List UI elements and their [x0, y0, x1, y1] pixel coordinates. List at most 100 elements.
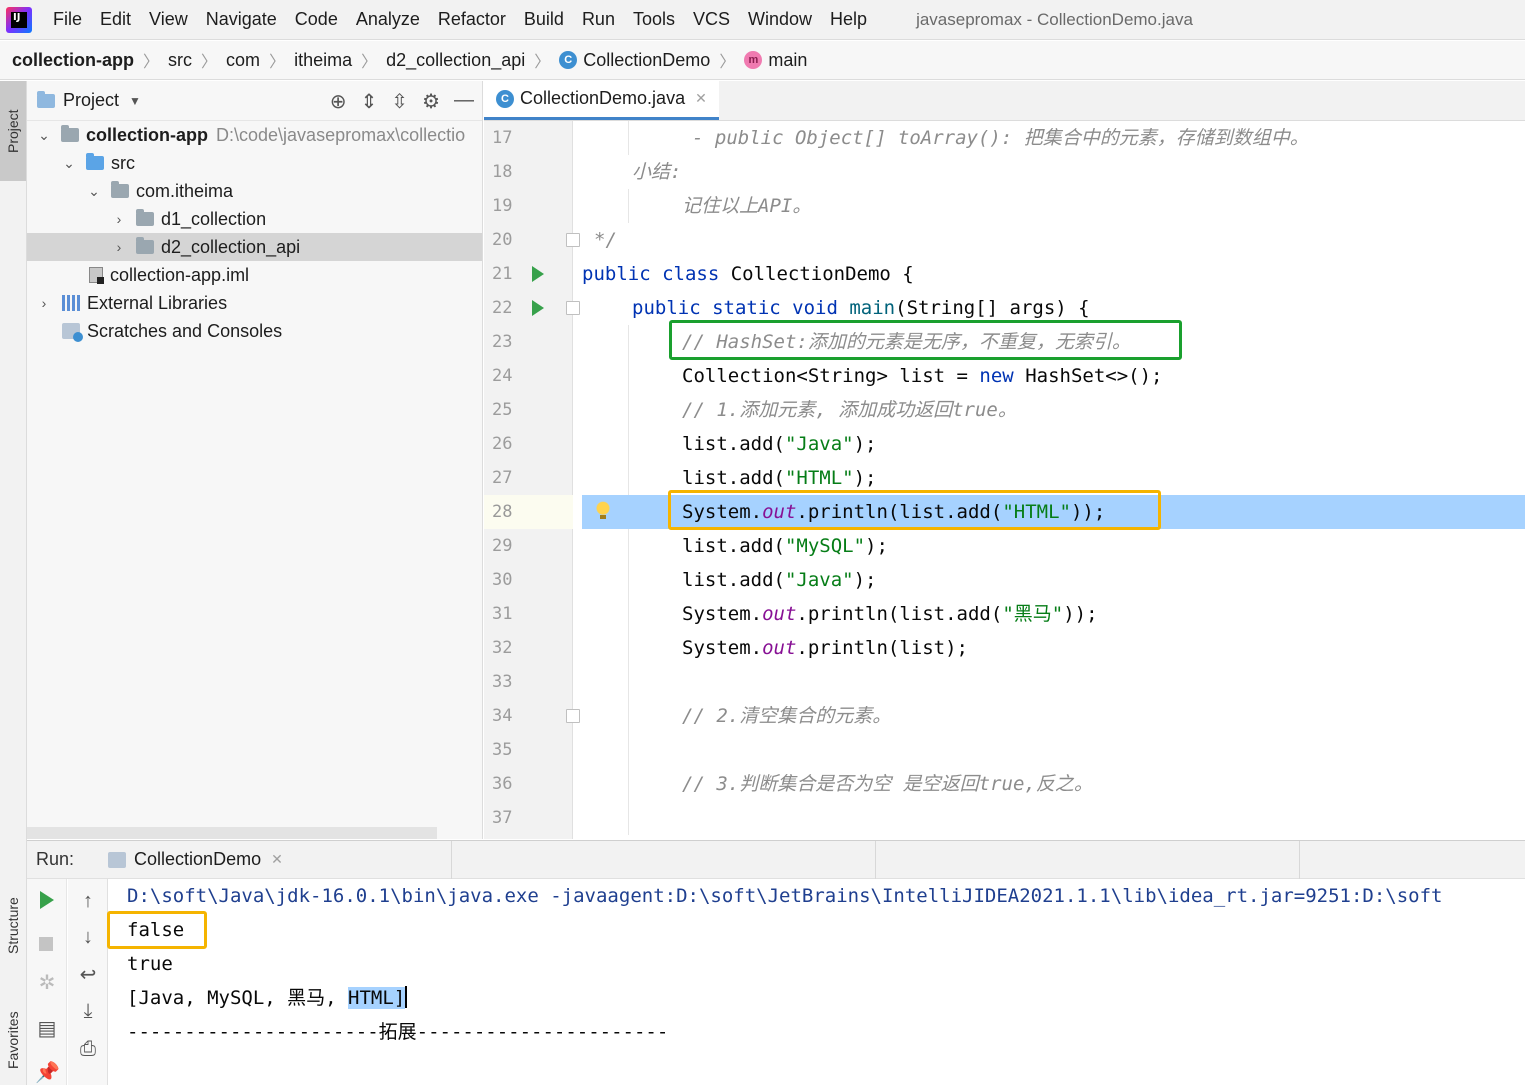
tree-item-d2-collection-api[interactable]: › d2_collection_api	[27, 233, 482, 261]
lightbulb-icon[interactable]	[596, 501, 610, 519]
chevron-right-icon[interactable]: ›	[110, 239, 128, 255]
horizontal-scrollbar[interactable]	[27, 827, 437, 839]
line-number: 29	[492, 536, 513, 556]
code-line[interactable]: 19 记住以上API。	[484, 189, 1525, 223]
breadcrumb-package[interactable]: d2_collection_api	[386, 50, 525, 71]
line-number: 28	[484, 495, 573, 529]
menu-build[interactable]: Build	[515, 9, 573, 30]
menu-refactor[interactable]: Refactor	[429, 9, 515, 30]
menu-file[interactable]: File	[44, 9, 91, 30]
chevron-down-icon[interactable]: ⌄	[60, 155, 78, 172]
project-view-selector[interactable]: Project	[63, 90, 119, 111]
menu-edit[interactable]: Edit	[91, 9, 140, 30]
locate-icon[interactable]: ⊕	[330, 89, 347, 114]
stripe-tab-structure[interactable]: Structure	[0, 881, 26, 971]
menu-window[interactable]: Window	[739, 9, 821, 30]
tree-item-label: com.itheima	[136, 180, 234, 201]
tab-label: CollectionDemo.java	[520, 88, 686, 108]
code-line[interactable]: 24 Collection<String> list = new HashSet…	[484, 359, 1525, 393]
fold-icon[interactable]	[566, 233, 580, 247]
chevron-right-icon[interactable]: ›	[110, 211, 128, 227]
tree-item-external-libraries[interactable]: › External Libraries	[27, 289, 482, 317]
soft-wrap-icon[interactable]: ↩	[76, 963, 100, 987]
fold-icon[interactable]	[566, 709, 580, 723]
code-line[interactable]: 35	[484, 733, 1525, 767]
debug-icon[interactable]: ✲	[35, 971, 59, 995]
scroll-to-end-icon[interactable]: ⤓	[76, 999, 100, 1023]
stripe-tab-label: Structure	[5, 897, 21, 955]
tree-item-scratches[interactable]: Scratches and Consoles	[27, 317, 482, 345]
run-tab-collectiondemo[interactable]: CollectionDemo ✕	[102, 841, 289, 879]
arrow-down-icon[interactable]: ↓	[76, 925, 100, 949]
stop-icon[interactable]	[39, 937, 53, 951]
code-line[interactable]: 32 System.out.println(list);	[484, 631, 1525, 665]
run-gutter-icon[interactable]	[532, 266, 544, 282]
tree-item-iml-file[interactable]: collection-app.iml	[27, 261, 482, 289]
tree-item-label: Scratches and Consoles	[87, 320, 283, 341]
breadcrumb-class[interactable]: CollectionDemo	[583, 50, 710, 71]
tree-item-com-itheima[interactable]: ⌄ com.itheima	[27, 177, 482, 205]
fold-icon[interactable]	[566, 301, 580, 315]
arrow-up-icon[interactable]: ↑	[76, 889, 100, 913]
left-tool-stripe: Project Structure Favorites	[0, 81, 27, 1085]
code-line[interactable]: 31 System.out.println(list.add("黑马"));	[484, 597, 1525, 631]
gear-icon[interactable]: ⚙	[422, 89, 440, 114]
chevron-down-icon[interactable]: ▼	[129, 94, 141, 108]
tree-item-src[interactable]: ⌄ src	[27, 149, 482, 177]
run-gutter-icon[interactable]	[532, 300, 544, 316]
chevron-right-icon[interactable]: ›	[35, 295, 53, 311]
code-text: public class CollectionDemo {	[582, 263, 914, 285]
code-line[interactable]: 17 - public Object[] toArray(): 把集合中的元素，…	[484, 121, 1525, 155]
menu-code[interactable]: Code	[286, 9, 347, 30]
code-line[interactable]: 20 */	[484, 223, 1525, 257]
code-line[interactable]: 22 public static void main(String[] args…	[484, 291, 1525, 325]
code-line[interactable]: 30 list.add("Java");	[484, 563, 1525, 597]
menu-help[interactable]: Help	[821, 9, 876, 30]
code-line[interactable]: 21 public class CollectionDemo {	[484, 257, 1525, 291]
method-icon: m	[744, 51, 763, 69]
print-icon[interactable]: ⎙	[76, 1037, 100, 1061]
menu-navigate[interactable]: Navigate	[197, 9, 286, 30]
breadcrumb-src[interactable]: src	[168, 50, 192, 71]
code-line[interactable]: 18 小结:	[484, 155, 1525, 189]
close-icon[interactable]: ✕	[695, 90, 707, 107]
code-line-current[interactable]: 28 System.out.println(list.add("HTML"));	[484, 495, 1525, 529]
menu-vcs[interactable]: VCS	[684, 9, 739, 30]
menu-analyze[interactable]: Analyze	[347, 9, 429, 30]
minimize-icon[interactable]: —	[454, 89, 474, 114]
code-line[interactable]: 27 list.add("HTML");	[484, 461, 1525, 495]
stripe-tab-favorites[interactable]: Favorites	[0, 996, 26, 1085]
line-number: 26	[492, 434, 513, 454]
code-line[interactable]: 37	[484, 801, 1525, 835]
menu-view[interactable]: View	[140, 9, 197, 30]
code-line[interactable]: 36 // 3.判断集合是否为空 是空返回true,反之。	[484, 767, 1525, 801]
menu-run[interactable]: Run	[573, 9, 624, 30]
layout-icon[interactable]: ▤	[35, 1017, 59, 1041]
breadcrumb-com[interactable]: com	[226, 50, 260, 71]
tree-item-d1-collection[interactable]: › d1_collection	[27, 205, 482, 233]
chevron-down-icon[interactable]: ⌄	[35, 127, 53, 144]
rerun-icon[interactable]	[40, 891, 54, 909]
breadcrumb-method[interactable]: main	[768, 50, 807, 71]
line-number: 35	[492, 740, 513, 760]
expand-all-icon[interactable]: ⇕	[361, 89, 378, 114]
code-editor[interactable]: C CollectionDemo.java ✕ 17 - public Obje…	[484, 80, 1525, 839]
project-panel-header: Project ▼ ⊕ ⇕ ⇳ ⚙ —	[27, 81, 482, 121]
pin-icon[interactable]: 📌	[35, 1061, 60, 1085]
breadcrumb-itheima[interactable]: itheima	[294, 50, 352, 71]
code-line[interactable]: 25 // 1.添加元素, 添加成功返回true。	[484, 393, 1525, 427]
run-panel: Run: CollectionDemo ✕ ✲ ▤ 📌 ↑ ↓ ↩ ⤓ ⎙ D:…	[27, 840, 1525, 1085]
tab-collectiondemo-java[interactable]: C CollectionDemo.java ✕	[484, 80, 719, 120]
chevron-down-icon[interactable]: ⌄	[85, 183, 103, 200]
code-line[interactable]: 34 // 2.清空集合的元素。	[484, 699, 1525, 733]
code-line[interactable]: 23 // HashSet:添加的元素是无序，不重复，无索引。	[484, 325, 1525, 359]
stripe-tab-project[interactable]: Project	[0, 81, 26, 181]
tree-item-collection-app[interactable]: ⌄ collection-app D:\code\javasepromax\co…	[27, 121, 482, 149]
menu-tools[interactable]: Tools	[624, 9, 684, 30]
code-line[interactable]: 29 list.add("MySQL");	[484, 529, 1525, 563]
breadcrumb-project[interactable]: collection-app	[12, 50, 134, 71]
close-icon[interactable]: ✕	[271, 851, 283, 868]
code-line[interactable]: 33	[484, 665, 1525, 699]
code-line[interactable]: 26 list.add("Java");	[484, 427, 1525, 461]
collapse-all-icon[interactable]: ⇳	[391, 89, 408, 114]
